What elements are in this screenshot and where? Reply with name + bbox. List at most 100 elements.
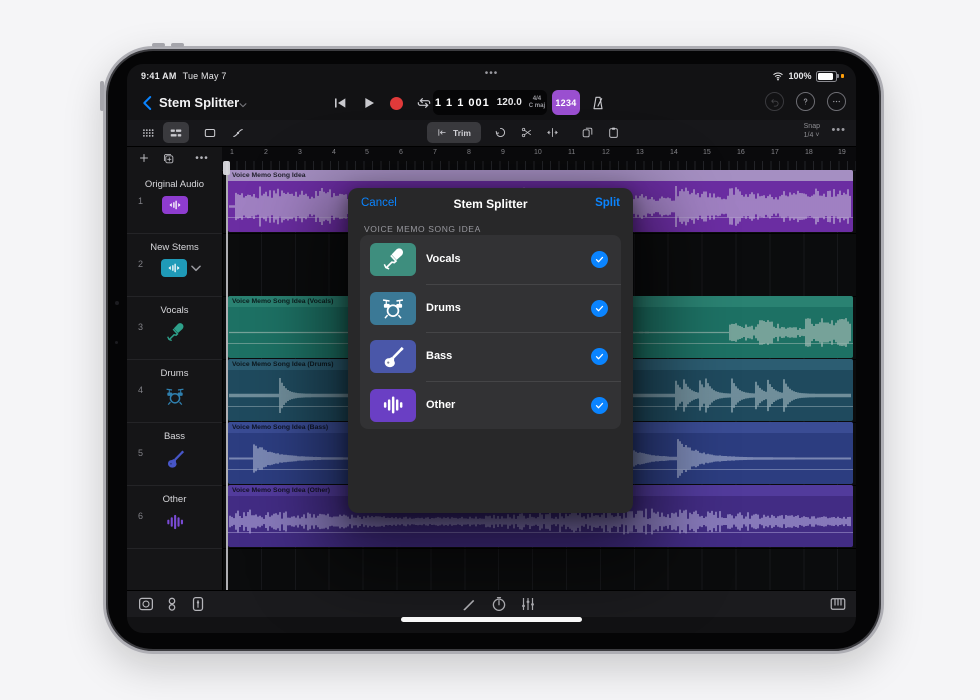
stem-row-drums[interactable]: Drums: [360, 283, 621, 333]
cycle-button[interactable]: [416, 95, 432, 111]
back-chevron-icon[interactable]: [139, 93, 157, 113]
split-tool-button[interactable]: [539, 122, 565, 143]
region-label: Voice Memo Song Idea (Bass): [232, 423, 329, 431]
go-to-beginning-button[interactable]: [332, 95, 348, 111]
waveform-region-icon: [161, 259, 187, 277]
bass-guitar-icon: [166, 450, 184, 469]
title-chevron-down-icon[interactable]: [237, 100, 249, 110]
view-grid-button[interactable]: [135, 122, 161, 143]
bass-checkbox[interactable]: [591, 348, 608, 365]
stem-row-vocals[interactable]: Vocals: [360, 235, 621, 284]
multitasking-dots[interactable]: •••: [127, 68, 856, 79]
paste-button[interactable]: [600, 122, 626, 143]
vocals-checkbox[interactable]: [591, 251, 608, 268]
bar-number: 18: [805, 149, 813, 156]
grid-icon: [143, 128, 154, 137]
front-camera: [115, 301, 119, 305]
tracks-view-icon: [170, 129, 182, 136]
track-name: Vocals: [160, 305, 189, 316]
other-tile: [370, 388, 416, 422]
help-button[interactable]: [796, 92, 815, 111]
bar-number: 19: [838, 149, 846, 156]
check-icon: [595, 305, 604, 311]
waveform-bars-icon: [383, 396, 403, 414]
play-button[interactable]: [361, 95, 377, 111]
plugins-icon[interactable]: [163, 595, 181, 613]
loop-browser-icon[interactable]: [137, 595, 155, 613]
battery-icon: [815, 70, 839, 82]
track-header-original-audio[interactable]: 1 Original Audio: [127, 170, 222, 234]
track-name: New Stems: [150, 242, 199, 253]
home-indicator[interactable]: [401, 617, 582, 622]
dialog-section-label: VOICE MEMO SONG IDEA: [364, 224, 481, 234]
stem-label: Other: [426, 398, 456, 411]
add-track-button[interactable]: [135, 150, 153, 166]
copy-button[interactable]: [574, 122, 600, 143]
check-icon: [595, 256, 604, 263]
volume-down-button[interactable]: [171, 43, 184, 47]
stem-label: Drums: [426, 301, 461, 314]
track-header-other[interactable]: 6 Other: [127, 485, 222, 549]
snap-setting[interactable]: Snap 1/4 ˅: [804, 122, 820, 140]
tuner-icon[interactable]: [490, 595, 508, 613]
duplicate-track-button[interactable]: [159, 150, 177, 166]
scissors-tool-button[interactable]: [513, 122, 539, 143]
drums-checkbox[interactable]: [591, 299, 608, 317]
region-label: Voice Memo Song Idea: [232, 171, 306, 179]
track-name: Other: [162, 494, 187, 505]
view-tracks-button[interactable]: [163, 122, 189, 143]
key-signature: C maj: [528, 102, 546, 109]
track-header-new-stems[interactable]: 2 New Stems: [127, 233, 222, 297]
dialog-header: Cancel Stem Splitter Split: [348, 188, 633, 218]
automation-button[interactable]: [225, 122, 251, 143]
loop-icon: [495, 127, 505, 138]
track-options-button[interactable]: •••: [193, 150, 211, 166]
vocals-tile: [370, 243, 416, 276]
lcd-display[interactable]: 1 1 1 001 120.0 4/4 C maj: [433, 90, 547, 115]
undo-button[interactable]: [765, 92, 784, 111]
fader-icon[interactable]: [189, 595, 207, 613]
stem-row-other[interactable]: Other: [360, 380, 621, 430]
playhead-line[interactable]: [226, 161, 228, 590]
metronome-button[interactable]: [585, 90, 611, 115]
trim-label: Trim: [453, 127, 471, 138]
bar-number: 11: [568, 149, 576, 156]
marquee-tool-button[interactable]: [197, 122, 223, 143]
dialog-title: Stem Splitter: [453, 197, 528, 211]
split-icon: [546, 127, 558, 138]
piano-keyboard-icon[interactable]: [829, 595, 847, 613]
split-button[interactable]: Split: [595, 197, 620, 209]
loop-tool-button[interactable]: [487, 122, 513, 143]
trim-tool-button[interactable]: Trim: [427, 122, 481, 143]
other-checkbox[interactable]: [591, 396, 608, 414]
snap-value: 1/4: [803, 132, 814, 139]
bar-number: 10: [534, 149, 542, 156]
power-button[interactable]: [100, 81, 104, 111]
stem-row-bass[interactable]: Bass: [360, 332, 621, 381]
project-title[interactable]: Stem Splitter: [159, 95, 239, 110]
count-in-button[interactable]: 1234: [552, 90, 580, 115]
trim-icon: [438, 128, 446, 137]
marquee-icon: [204, 128, 216, 137]
track-header-drums[interactable]: 4 Drums: [127, 359, 222, 423]
pencil-tool-icon[interactable]: [460, 595, 478, 613]
track-header-bass[interactable]: 5 Bass: [127, 422, 222, 486]
mixer-icon[interactable]: [519, 595, 537, 613]
record-button[interactable]: [390, 96, 403, 110]
track-header-vocals[interactable]: 3 Vocals: [127, 296, 222, 360]
stems-chevron-down-icon[interactable]: [189, 261, 203, 275]
status-bar: 9:41 AM Tue May 7 ••• 100%: [127, 64, 856, 86]
bar-number: 7: [433, 149, 437, 156]
bass-tile: [370, 340, 416, 373]
bar-number: 14: [670, 149, 678, 156]
bar-ruler[interactable]: 1 2 3 4 5 6 7 8 9 10 11 12 13 14 15 16 1…: [222, 147, 856, 171]
copy-icon: [582, 127, 592, 138]
bar-number: 6: [399, 149, 403, 156]
toolbar-more-button[interactable]: •••: [831, 124, 846, 136]
metronome-icon: [593, 96, 603, 109]
bass-guitar-icon: [383, 345, 405, 369]
region-label: Voice Memo Song Idea (Vocals): [232, 297, 334, 305]
window-options-button[interactable]: [827, 92, 846, 111]
scissors-icon: [521, 127, 531, 138]
volume-up-button[interactable]: [152, 43, 165, 47]
